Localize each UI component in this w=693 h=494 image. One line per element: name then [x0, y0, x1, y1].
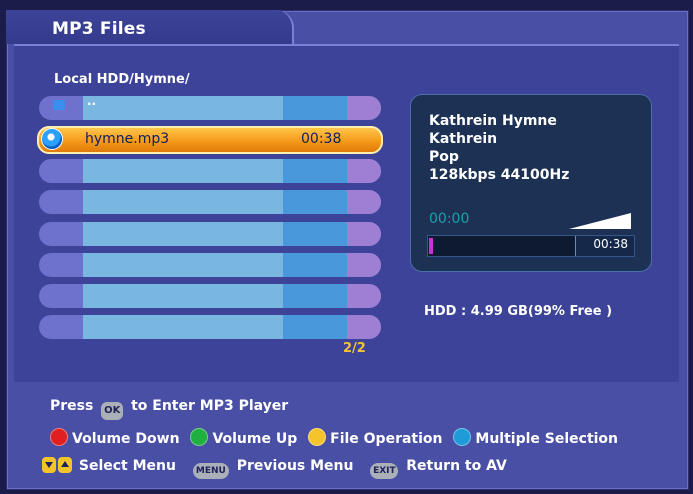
select-menu-label: Select Menu — [78, 458, 176, 474]
list-item-parent[interactable]: .. — [39, 96, 381, 120]
yellow-button-icon — [308, 428, 327, 446]
previous-menu-label: Previous Menu — [236, 458, 354, 474]
red-button-icon — [50, 428, 68, 446]
row-time-column — [283, 284, 347, 308]
current-path: Local HDD/Hymne/ — [54, 72, 190, 87]
track-bitrate: 128kbps 44100Hz — [429, 167, 570, 183]
track-artist: Kathrein — [429, 131, 498, 147]
list-item-empty[interactable] — [39, 253, 381, 277]
press-label: Press — [50, 398, 94, 414]
tv-screen: MP3 Files Local HDD/Hymne/ .. hymne.mp3 … — [0, 0, 693, 494]
elapsed-time: 00:00 — [429, 211, 470, 227]
list-item-empty[interactable] — [39, 190, 381, 214]
track-genre: Pop — [429, 149, 459, 165]
window-title: MP3 Files — [52, 19, 146, 39]
row-end-column — [347, 159, 381, 183]
list-item-empty[interactable] — [39, 315, 381, 339]
row-time-column — [283, 222, 347, 246]
row-time-column — [283, 190, 347, 214]
row-end-column — [347, 96, 381, 120]
file-operation-label: File Operation — [330, 431, 443, 447]
enter-player-label: to Enter MP3 Player — [131, 398, 289, 414]
row-time-column — [283, 159, 347, 183]
row-end-column — [347, 190, 381, 214]
arrow-down-icon — [42, 457, 56, 473]
ok-key-icon: OK — [101, 402, 124, 420]
file-duration: 00:38 — [301, 131, 342, 147]
page-indicator: 2/2 — [343, 341, 366, 356]
list-item-selected[interactable]: hymne.mp3 00:38 — [37, 126, 383, 154]
row-time-column — [283, 96, 347, 120]
progress-fill — [429, 238, 433, 254]
list-item-empty[interactable] — [39, 222, 381, 246]
green-button-icon — [190, 428, 209, 446]
row-time-column — [283, 315, 347, 339]
multiple-selection-label: Multiple Selection — [475, 431, 619, 447]
list-item-empty[interactable] — [39, 284, 381, 308]
menu-key-icon: MENU — [192, 463, 229, 479]
row-end-column — [347, 315, 381, 339]
file-name: hymne.mp3 — [85, 131, 170, 147]
parent-folder-label: .. — [87, 96, 97, 108]
blue-button-icon — [453, 428, 472, 446]
total-duration: 00:38 — [593, 237, 628, 251]
row-time-column — [283, 253, 347, 277]
row-end-column — [347, 284, 381, 308]
window-tab — [6, 10, 294, 44]
volume-up-label: Volume Up — [212, 431, 298, 447]
hdd-status: HDD : 4.99 GB(99% Free ) — [424, 304, 613, 319]
track-info-panel: Kathrein Hymne Kathrein Pop 128kbps 4410… — [410, 94, 652, 272]
folder-icon — [53, 100, 65, 110]
progress-bar: 00:38 — [427, 235, 635, 257]
exit-key-icon: EXIT — [370, 463, 399, 479]
row-end-column — [347, 253, 381, 277]
volume-level-icon — [569, 213, 631, 229]
help-line-colors: Volume Down Volume Up File Operation Mul… — [50, 428, 618, 447]
arrow-up-icon — [58, 457, 72, 473]
row-end-column — [347, 222, 381, 246]
return-av-label: Return to AV — [406, 458, 507, 474]
track-title: Kathrein Hymne — [429, 113, 557, 129]
list-item-empty[interactable] — [39, 159, 381, 183]
music-disc-icon — [41, 128, 63, 150]
help-line-nav: Select Menu MENU Previous Menu EXIT Retu… — [42, 457, 507, 479]
volume-down-label: Volume Down — [72, 431, 180, 447]
help-line-ok: Press OK to Enter MP3 Player — [50, 398, 288, 420]
